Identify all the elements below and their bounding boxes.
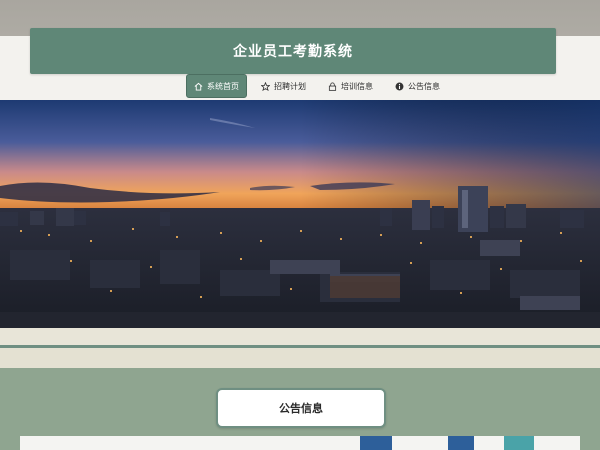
nav-item-label: 招聘计划: [274, 81, 306, 91]
nav-item-label: 培训信息: [341, 81, 373, 91]
nav-item-label: 公告信息: [408, 81, 440, 91]
nav-item-notices[interactable]: 公告信息: [387, 75, 448, 97]
notice-title: 公告信息: [279, 402, 323, 415]
star-icon: [260, 81, 271, 91]
notice-card-thumbnail[interactable]: [504, 436, 534, 450]
nav-item-training[interactable]: 培训信息: [320, 75, 381, 97]
home-icon: [194, 82, 203, 91]
city-skyline-image: [0, 100, 600, 328]
screen: 企业员工考勤系统 系统首页 招聘计划 培训信息 公告信息 公告信息: [0, 0, 600, 450]
nav-item-label: 系统首页: [207, 81, 239, 91]
light-band: [0, 348, 600, 368]
info-icon: [395, 82, 404, 91]
nav-item-home[interactable]: 系统首页: [186, 74, 247, 98]
notice-card-thumbnail[interactable]: [448, 436, 474, 450]
notice-title-box: 公告信息: [216, 388, 386, 428]
lock-icon: [328, 82, 337, 91]
hero-carousel[interactable]: [0, 100, 600, 328]
nav-item-recruitment[interactable]: 招聘计划: [253, 75, 314, 97]
main-nav: 系统首页 招聘计划 培训信息 公告信息: [186, 74, 448, 98]
notice-card-thumbnail[interactable]: [360, 436, 392, 450]
notice-content-strip: [20, 436, 580, 450]
site-title: 企业员工考勤系统: [233, 44, 353, 60]
site-header: 企业员工考勤系统: [30, 28, 556, 74]
